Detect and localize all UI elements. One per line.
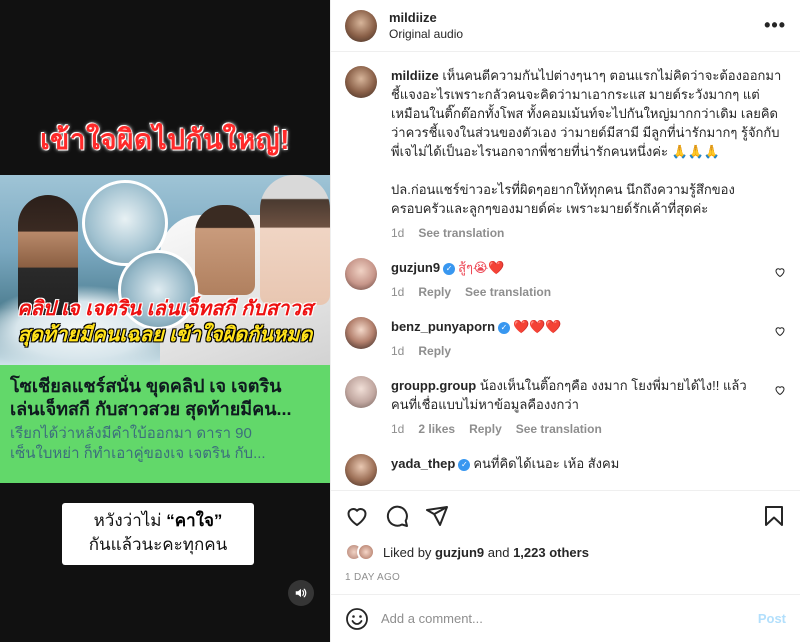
comment-time: 1d — [391, 422, 405, 436]
comment-text: ❤️❤️❤️ — [513, 319, 562, 334]
see-translation-button[interactable]: See translation — [465, 285, 551, 299]
news-headline: โซเชียลแชร์สนั่น ขุดคลิป เจ เจตริน — [10, 376, 282, 396]
news-headline: เล่นเจ็ทสกี กับสาวสวย สุดท้ายมีคน... — [10, 399, 292, 419]
like-comment-heart-icon[interactable] — [774, 384, 786, 396]
liked-by-username[interactable]: guzjun9 — [435, 545, 484, 560]
comment-time: 1d — [391, 226, 405, 240]
verified-badge-icon: ✓ — [498, 322, 511, 334]
post-actions-bar — [331, 490, 800, 540]
reply-button[interactable]: Reply — [469, 422, 502, 436]
comment-username[interactable]: yada_thep — [391, 456, 455, 471]
comment-time: 1d — [391, 344, 405, 358]
add-comment-bar: Post — [331, 594, 800, 642]
list-item: groupp.group น้องเห็นในติ๊อกๆคือ งงมาก โ… — [345, 376, 786, 436]
media-title-text: เข้าใจผิดไปกันใหญ่! — [40, 124, 290, 155]
reply-button[interactable]: Reply — [418, 285, 451, 299]
comments-list[interactable]: mildiize เห็นคนตีความกันไปต่างๆนาๆ ตอนแร… — [331, 52, 800, 490]
avatar[interactable] — [345, 376, 377, 408]
comment-input[interactable] — [381, 611, 758, 626]
comment-username[interactable]: guzjun9 — [391, 260, 440, 275]
comment-username[interactable]: mildiize — [391, 68, 439, 83]
person-boat-man — [195, 205, 255, 295]
person-boat-woman — [260, 175, 330, 305]
reply-button[interactable]: Reply — [418, 344, 451, 358]
heart-icon[interactable] — [345, 504, 369, 528]
likes-others-link[interactable]: 1,223 others — [513, 545, 589, 560]
caption-comment: mildiize เห็นคนตีความกันไปต่างๆนาๆ ตอนแร… — [345, 66, 786, 240]
news-card: โซเชียลแชร์สนั่น ขุดคลิป เจ เจตริน เล่นเ… — [0, 365, 330, 483]
see-translation-button[interactable]: See translation — [516, 422, 602, 436]
post-comment-button[interactable]: Post — [758, 611, 786, 626]
list-item: yada_thep ✓ คนที่คิดได้เนอะ เห้อ สังคม — [345, 454, 786, 486]
caption-text: ปล.ก่อนแชร์ข่าวอะไรที่ผิดๆอยากให้ทุกคน น… — [391, 182, 735, 216]
comment-time: 1d — [391, 285, 405, 299]
post-media[interactable]: เข้าใจผิดไปกันใหญ่! คลิป เจ เจตริน เล่นเ… — [0, 0, 330, 642]
more-options-button[interactable]: ••• — [764, 15, 786, 36]
post-side-panel: mildiize Original audio ••• mildiize เห็… — [330, 0, 800, 642]
avatar[interactable] — [345, 9, 377, 42]
media-bottom-caption: หวังว่าไม่ “คาใจ” กันแล้วนะคะทุกคน — [62, 503, 254, 565]
list-item: benz_punyaporn ✓ ❤️❤️❤️ 1d Reply — [345, 317, 786, 358]
avatar[interactable] — [345, 317, 377, 349]
like-comment-heart-icon[interactable] — [774, 266, 786, 278]
comment-username[interactable]: benz_punyaporn — [391, 319, 495, 334]
speaker-icon — [295, 588, 307, 598]
instagram-post-view: เข้าใจผิดไปกันใหญ่! คลิป เจ เจตริน เล่นเ… — [0, 0, 800, 642]
comment-text: คนที่คิดได้เนอะ เห้อ สังคม — [473, 456, 620, 471]
emoji-icon[interactable] — [345, 607, 369, 631]
bookmark-icon[interactable] — [762, 504, 786, 528]
news-subtext: เรียกได้ว่าหลังมีคำใบ้ออกมา ดารา 90 — [10, 425, 252, 442]
see-translation-button[interactable]: See translation — [418, 226, 504, 240]
avatar[interactable] — [345, 66, 377, 98]
verified-badge-icon: ✓ — [458, 459, 471, 471]
mute-toggle-button[interactable] — [288, 580, 314, 606]
post-header: mildiize Original audio ••• — [331, 0, 800, 52]
avatar[interactable] — [345, 454, 377, 486]
verified-badge-icon: ✓ — [443, 263, 456, 275]
news-subtext: เซ็นใบหย่า ก็ทำเอาคู่ของเจ เจตริน กับ... — [10, 445, 266, 462]
comment-likes-count[interactable]: 2 likes — [418, 422, 455, 436]
comment-icon[interactable] — [385, 504, 409, 528]
avatar[interactable] — [345, 258, 377, 290]
media-caption-yellow: สุดท้ายมีคนเฉลย เข้าใจผิดกันหมด — [17, 324, 313, 346]
share-icon[interactable] — [425, 504, 449, 528]
list-item: guzjun9 ✓ สู้ๆ😭❤️ 1d Reply See translation — [345, 258, 786, 299]
avatar — [357, 543, 375, 561]
post-date: 1 DAY AGO — [345, 572, 401, 583]
like-comment-heart-icon[interactable] — [774, 325, 786, 337]
comment-username[interactable]: groupp.group — [391, 378, 476, 393]
comment-text: สู้ๆ😭❤️ — [458, 260, 505, 275]
caption-text: เห็นคนตีความกันไปต่างๆนาๆ ตอนแรกไม่คิดว่… — [391, 68, 782, 159]
likes-summary[interactable]: Liked by guzjun9 and 1,223 others — [331, 540, 800, 564]
header-username[interactable]: mildiize — [389, 10, 764, 25]
original-audio-link[interactable]: Original audio — [389, 27, 764, 41]
